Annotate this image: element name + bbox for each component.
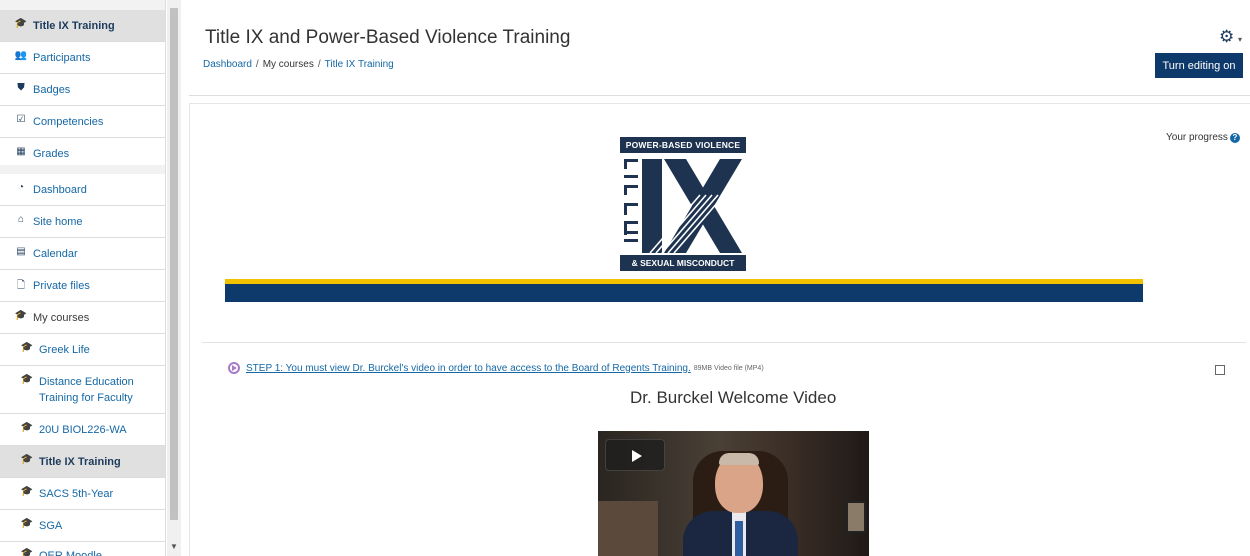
graduation-cap-icon: 🎓 xyxy=(20,422,34,433)
graduation-cap-icon: 🎓 xyxy=(20,374,34,385)
turn-editing-on-button[interactable]: Turn editing on xyxy=(1155,53,1243,78)
tachometer-icon: ◔ xyxy=(17,182,25,193)
activity-link[interactable]: STEP 1: You must view Dr. Burckel's vide… xyxy=(246,363,691,374)
sidebar-item-oer-moodle[interactable]: 🎓 OER Moodle xyxy=(0,542,165,556)
graduation-cap-icon: 🎓 xyxy=(20,548,34,556)
sidebar-item-distance-education[interactable]: 🎓 Distance Education Training for Faculty xyxy=(0,366,165,414)
progress-indicator: Your progress? xyxy=(1166,132,1240,143)
graduation-cap-icon: 🎓 xyxy=(20,518,34,529)
page-header: Title IX and Power-Based Violence Traini… xyxy=(189,13,1250,93)
sidebar-nav: 🎓 Title IX Training 👥 Participants ⛊ Badges… xyxy=(0,0,166,556)
sidebar-item-sga[interactable]: 🎓 SGA xyxy=(0,510,165,542)
sidebar-item-biol226[interactable]: 🎓 20U BIOL226-WA xyxy=(0,414,165,446)
checkbox-icon: ☑ xyxy=(16,114,26,125)
logo-bottom-text: & SEXUAL MISCONDUCT xyxy=(620,255,746,271)
table-icon: ▦ xyxy=(16,146,26,157)
home-icon: ⌂ xyxy=(17,214,25,225)
page-title: Title IX and Power-Based Violence Traini… xyxy=(205,27,571,48)
video-player[interactable] xyxy=(598,431,869,556)
gear-icon[interactable]: ⚙ xyxy=(1219,27,1234,47)
sidebar-item-private-files[interactable]: 🗋 Private files xyxy=(0,270,165,302)
scroll-down-arrow-icon[interactable]: ▼ xyxy=(170,542,178,551)
video-file-icon xyxy=(228,362,240,374)
breadcrumb-title-ix-training[interactable]: Title IX Training xyxy=(325,59,394,70)
breadcrumb-dashboard[interactable]: Dashboard xyxy=(203,59,252,70)
banner-navy-stripe xyxy=(225,284,1143,302)
caret-down-icon[interactable]: ▾ xyxy=(1238,35,1242,44)
breadcrumb-separator: / xyxy=(317,59,321,70)
sidebar-item-title-ix-training[interactable]: 🎓 Title IX Training xyxy=(0,10,165,42)
title-ix-logo: POWER-BASED VIOLENCE & SEXUAL MISCONDUCT xyxy=(620,137,746,271)
help-icon[interactable]: ? xyxy=(1229,133,1240,143)
graduation-cap-icon: 🎓 xyxy=(14,18,28,29)
progress-label: Your progress xyxy=(1166,132,1228,143)
logo-emblem xyxy=(624,159,742,253)
sidebar-item-participants[interactable]: 👥 Participants xyxy=(0,42,165,74)
breadcrumb: Dashboard / My courses / Title IX Training xyxy=(203,59,394,70)
shield-icon: ⛊ xyxy=(17,82,25,93)
graduation-cap-icon: 🎓 xyxy=(20,454,34,465)
sidebar-item-grades[interactable]: ▦ Grades xyxy=(0,138,165,171)
header-divider xyxy=(189,95,1250,96)
video-picture-frame xyxy=(846,501,866,533)
breadcrumb-separator: / xyxy=(255,59,259,70)
video-speaker-hair xyxy=(719,453,759,465)
sidebar-item-my-courses[interactable]: 🎓 My courses xyxy=(0,302,165,334)
section-divider xyxy=(202,342,1246,343)
graduation-cap-icon: 🎓 xyxy=(14,310,28,321)
calendar-icon: ▤ xyxy=(16,246,26,257)
video-title: Dr. Burckel Welcome Video xyxy=(630,388,837,407)
sidebar-item-calendar[interactable]: ▤ Calendar xyxy=(0,238,165,270)
sidebar-item-competencies[interactable]: ☑ Competencies xyxy=(0,106,165,138)
completion-checkbox[interactable] xyxy=(1215,365,1225,375)
activity-video-file: STEP 1: You must view Dr. Burckel's vide… xyxy=(228,362,764,374)
file-icon: 🗋 xyxy=(16,280,26,291)
sidebar-scrollbar-thumb[interactable] xyxy=(170,8,178,520)
breadcrumb-my-courses[interactable]: My courses xyxy=(263,59,314,70)
sidebar-item-greek-life[interactable]: 🎓 Greek Life xyxy=(0,334,165,366)
video-speaker-tie xyxy=(735,521,743,556)
activity-file-meta: 89MB Video file (MP4) xyxy=(693,364,764,372)
sidebar-item-sacs[interactable]: 🎓 SACS 5th-Year xyxy=(0,478,165,510)
graduation-cap-icon: 🎓 xyxy=(20,486,34,497)
sidebar-item-site-home[interactable]: ⌂ Site home xyxy=(0,206,165,238)
play-button-icon[interactable] xyxy=(605,439,665,471)
sidebar-item-title-ix-training-course[interactable]: 🎓 Title IX Training xyxy=(0,446,165,478)
video-shelf xyxy=(598,501,658,556)
users-icon: 👥 xyxy=(14,50,28,61)
sidebar-item-dashboard[interactable]: ◔ Dashboard xyxy=(0,174,165,206)
sidebar-item-badges[interactable]: ⛊ Badges xyxy=(0,74,165,106)
logo-top-text: POWER-BASED VIOLENCE xyxy=(620,137,746,153)
graduation-cap-icon: 🎓 xyxy=(20,342,34,353)
